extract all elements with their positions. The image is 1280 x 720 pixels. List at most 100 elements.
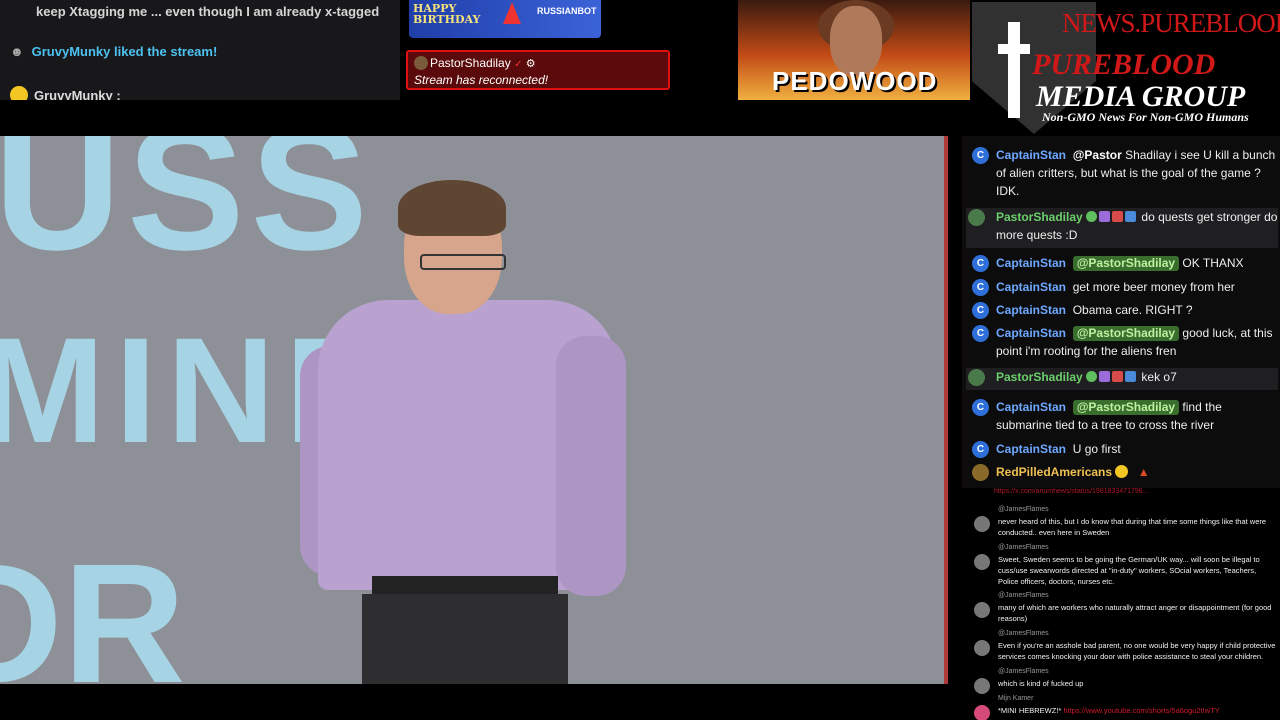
chat-username[interactable]: CaptainStan: [996, 326, 1066, 340]
top-chat-message: GruvyMunky :: [10, 86, 121, 100]
top-chat-message: keep Xtagging me ... even though I am al…: [36, 4, 380, 19]
user-icon: ☻: [10, 44, 24, 59]
speaker-belt: [372, 576, 558, 596]
overlay-text: many of which are workers who naturally …: [998, 603, 1272, 623]
chat-link[interactable]: https://x.com/ariumhews/status/198183347…: [994, 488, 1148, 495]
overlay-chat-panel: https://x.com/ariumhews/status/198183347…: [968, 488, 1280, 720]
video-player[interactable]: USS MINDED DR: [0, 136, 948, 684]
party-hat-icon: [503, 2, 521, 24]
brand-name-line1: PUREBLOOD: [1032, 48, 1216, 81]
chat-username[interactable]: PastorShadilay: [996, 370, 1083, 384]
speaker-glasses: [420, 254, 506, 270]
brand-name-line2: MEDIA GROUP: [1036, 80, 1246, 113]
car-emoji-icon: ▲: [1137, 465, 1150, 479]
brand-tagline: Non-GMO News For Non-GMO Humans: [1042, 110, 1249, 124]
top-chat-username[interactable]: GruvyMunky: [32, 44, 111, 59]
stage-backdrop-text: USS: [0, 136, 374, 287]
overlay-username: @JamesFlames: [998, 544, 1049, 551]
overlay-chat-message: @JamesFlames which is kind of fucked up: [974, 668, 1278, 694]
top-bar: keep Xtagging me ... even though I am al…: [0, 0, 1280, 136]
chat-message: C CaptainStan U go first: [970, 440, 1276, 458]
badge-icon: [1125, 211, 1137, 222]
badge-icon: [1112, 211, 1124, 222]
overlay-chat-message: @JamesFlames many of which are workers w…: [974, 592, 1278, 626]
chat-username[interactable]: PastorShadilay: [996, 210, 1083, 224]
chat-text: Obama care. RIGHT ?: [1072, 303, 1193, 317]
chat-username[interactable]: RedPilledAmericans: [996, 465, 1112, 479]
chat-link[interactable]: https://www.youtube.com/shorts/5a6ogu2tI…: [1063, 706, 1219, 715]
overlay-username: Mijn Kamer: [998, 695, 1034, 702]
birthday-text: HAPPY BIRTHDAY: [413, 3, 480, 25]
top-chat-like-event: ☻ GruvyMunky liked the stream!: [10, 44, 217, 59]
overlay-text: Sweet, Sweden seems to be going the Germ…: [998, 555, 1260, 586]
overlay-chat-message: @JamesFlames never heard of this, but I …: [974, 506, 1278, 542]
overlay-chat-message: @JamesFlames Even if you're an asshole b…: [974, 630, 1278, 666]
avatar: C: [972, 441, 989, 458]
birthday-banner: HAPPY BIRTHDAY RUSSIANBOT: [409, 0, 601, 38]
chat-message: C CaptainStan @PastorShadilay find the s…: [970, 398, 1276, 434]
thumbnail-title: PEDOWOOD: [772, 66, 938, 96]
avatar: C: [972, 279, 989, 296]
avatar: [974, 640, 990, 656]
chat-message: C CaptainStan get more beer money from h…: [970, 278, 1276, 296]
chat-username[interactable]: CaptainStan: [996, 303, 1066, 317]
overlay-text: which is kind of fucked up: [998, 679, 1084, 688]
speaker-pants: [362, 594, 568, 684]
chat-username[interactable]: CaptainStan: [996, 442, 1066, 456]
smiley-emoji-icon: [1115, 465, 1129, 478]
chat-mention: @PastorShadilay: [1072, 256, 1180, 271]
overlay-username: @JamesFlames: [998, 506, 1049, 513]
chat-username[interactable]: CaptainStan: [996, 256, 1066, 270]
chat-message: PastorShadilay kek o7: [966, 368, 1278, 390]
avatar: C: [972, 147, 989, 164]
chat-message: RedPilledAmericans ▲: [970, 463, 1276, 481]
avatar: [974, 705, 990, 720]
brand-url: NEWS.PUREBLOOD.MEDIA: [1062, 8, 1280, 38]
chat-username[interactable]: CaptainStan: [996, 400, 1066, 414]
avatar: [972, 464, 989, 481]
verified-check-icon: ✓: [514, 59, 523, 70]
overlay-text: *MINI HEBREWZ!* https://www.youtube.com/…: [998, 705, 1278, 716]
live-chat-panel: C CaptainStan @Pastor Shadilay i see U k…: [962, 136, 1280, 488]
overlay-username: @JamesFlames: [998, 592, 1049, 599]
overlay-chat-message: @JamesFlames Sweet, Sweden seems to be g…: [974, 544, 1278, 590]
chat-message: C CaptainStan @PastorShadilay good luck,…: [970, 324, 1276, 360]
overlay-text: Even if you're an asshole bad parent, no…: [998, 641, 1276, 661]
reconnect-username: PastorShadilay: [430, 56, 511, 70]
video-thumbnail[interactable]: PEDOWOOD: [738, 0, 970, 100]
speaker-arm: [556, 336, 626, 596]
avatar: C: [972, 255, 989, 272]
badge-icon: [1099, 371, 1111, 382]
top-chat-panel: keep Xtagging me ... even though I am al…: [0, 0, 400, 100]
stage-backdrop-text: DR: [0, 529, 186, 684]
avatar: C: [972, 302, 989, 319]
chat-message: C CaptainStan Obama care. RIGHT ?: [970, 301, 1276, 319]
chat-username[interactable]: CaptainStan: [996, 148, 1066, 162]
overlay-text: never heard of this, but I do know that …: [998, 517, 1267, 537]
chat-mention: @Pastor: [1072, 148, 1122, 162]
chat-message: PastorShadilay do quests get stronger do…: [966, 208, 1278, 248]
top-chat-username[interactable]: GruvyMunky: [34, 88, 113, 100]
overlay-username: @JamesFlames: [998, 630, 1049, 637]
chat-text: OK THANX: [1179, 256, 1244, 270]
brand-logo: NEWS.PUREBLOOD.MEDIA PUREBLOOD MEDIA GRO…: [972, 0, 1280, 136]
avatar: [974, 602, 990, 618]
badge-icon: [1099, 211, 1111, 222]
overlay-username: @JamesFlames: [998, 668, 1049, 675]
avatar: [414, 56, 428, 70]
badge-icon: [1086, 211, 1098, 222]
avatar: [968, 209, 985, 226]
birthday-bot-name: RUSSIANBOT: [537, 6, 597, 16]
chat-mention: @PastorShadilay: [1072, 400, 1180, 415]
speaker-hair: [398, 180, 506, 236]
chat-text: kek o7: [1141, 370, 1177, 384]
overlay-chat-message: Mijn Kamer *MINI HEBREWZ!* https://www.y…: [974, 695, 1278, 720]
cross-icon: [1008, 22, 1020, 118]
avatar: [974, 554, 990, 570]
reconnect-message: Stream has reconnected!: [414, 73, 549, 87]
cross-bar: [998, 44, 1030, 54]
gear-icon: ⚙: [525, 58, 536, 70]
chat-message: C CaptainStan @Pastor Shadilay i see U k…: [970, 146, 1276, 200]
avatar: C: [972, 325, 989, 342]
chat-username[interactable]: CaptainStan: [996, 280, 1066, 294]
